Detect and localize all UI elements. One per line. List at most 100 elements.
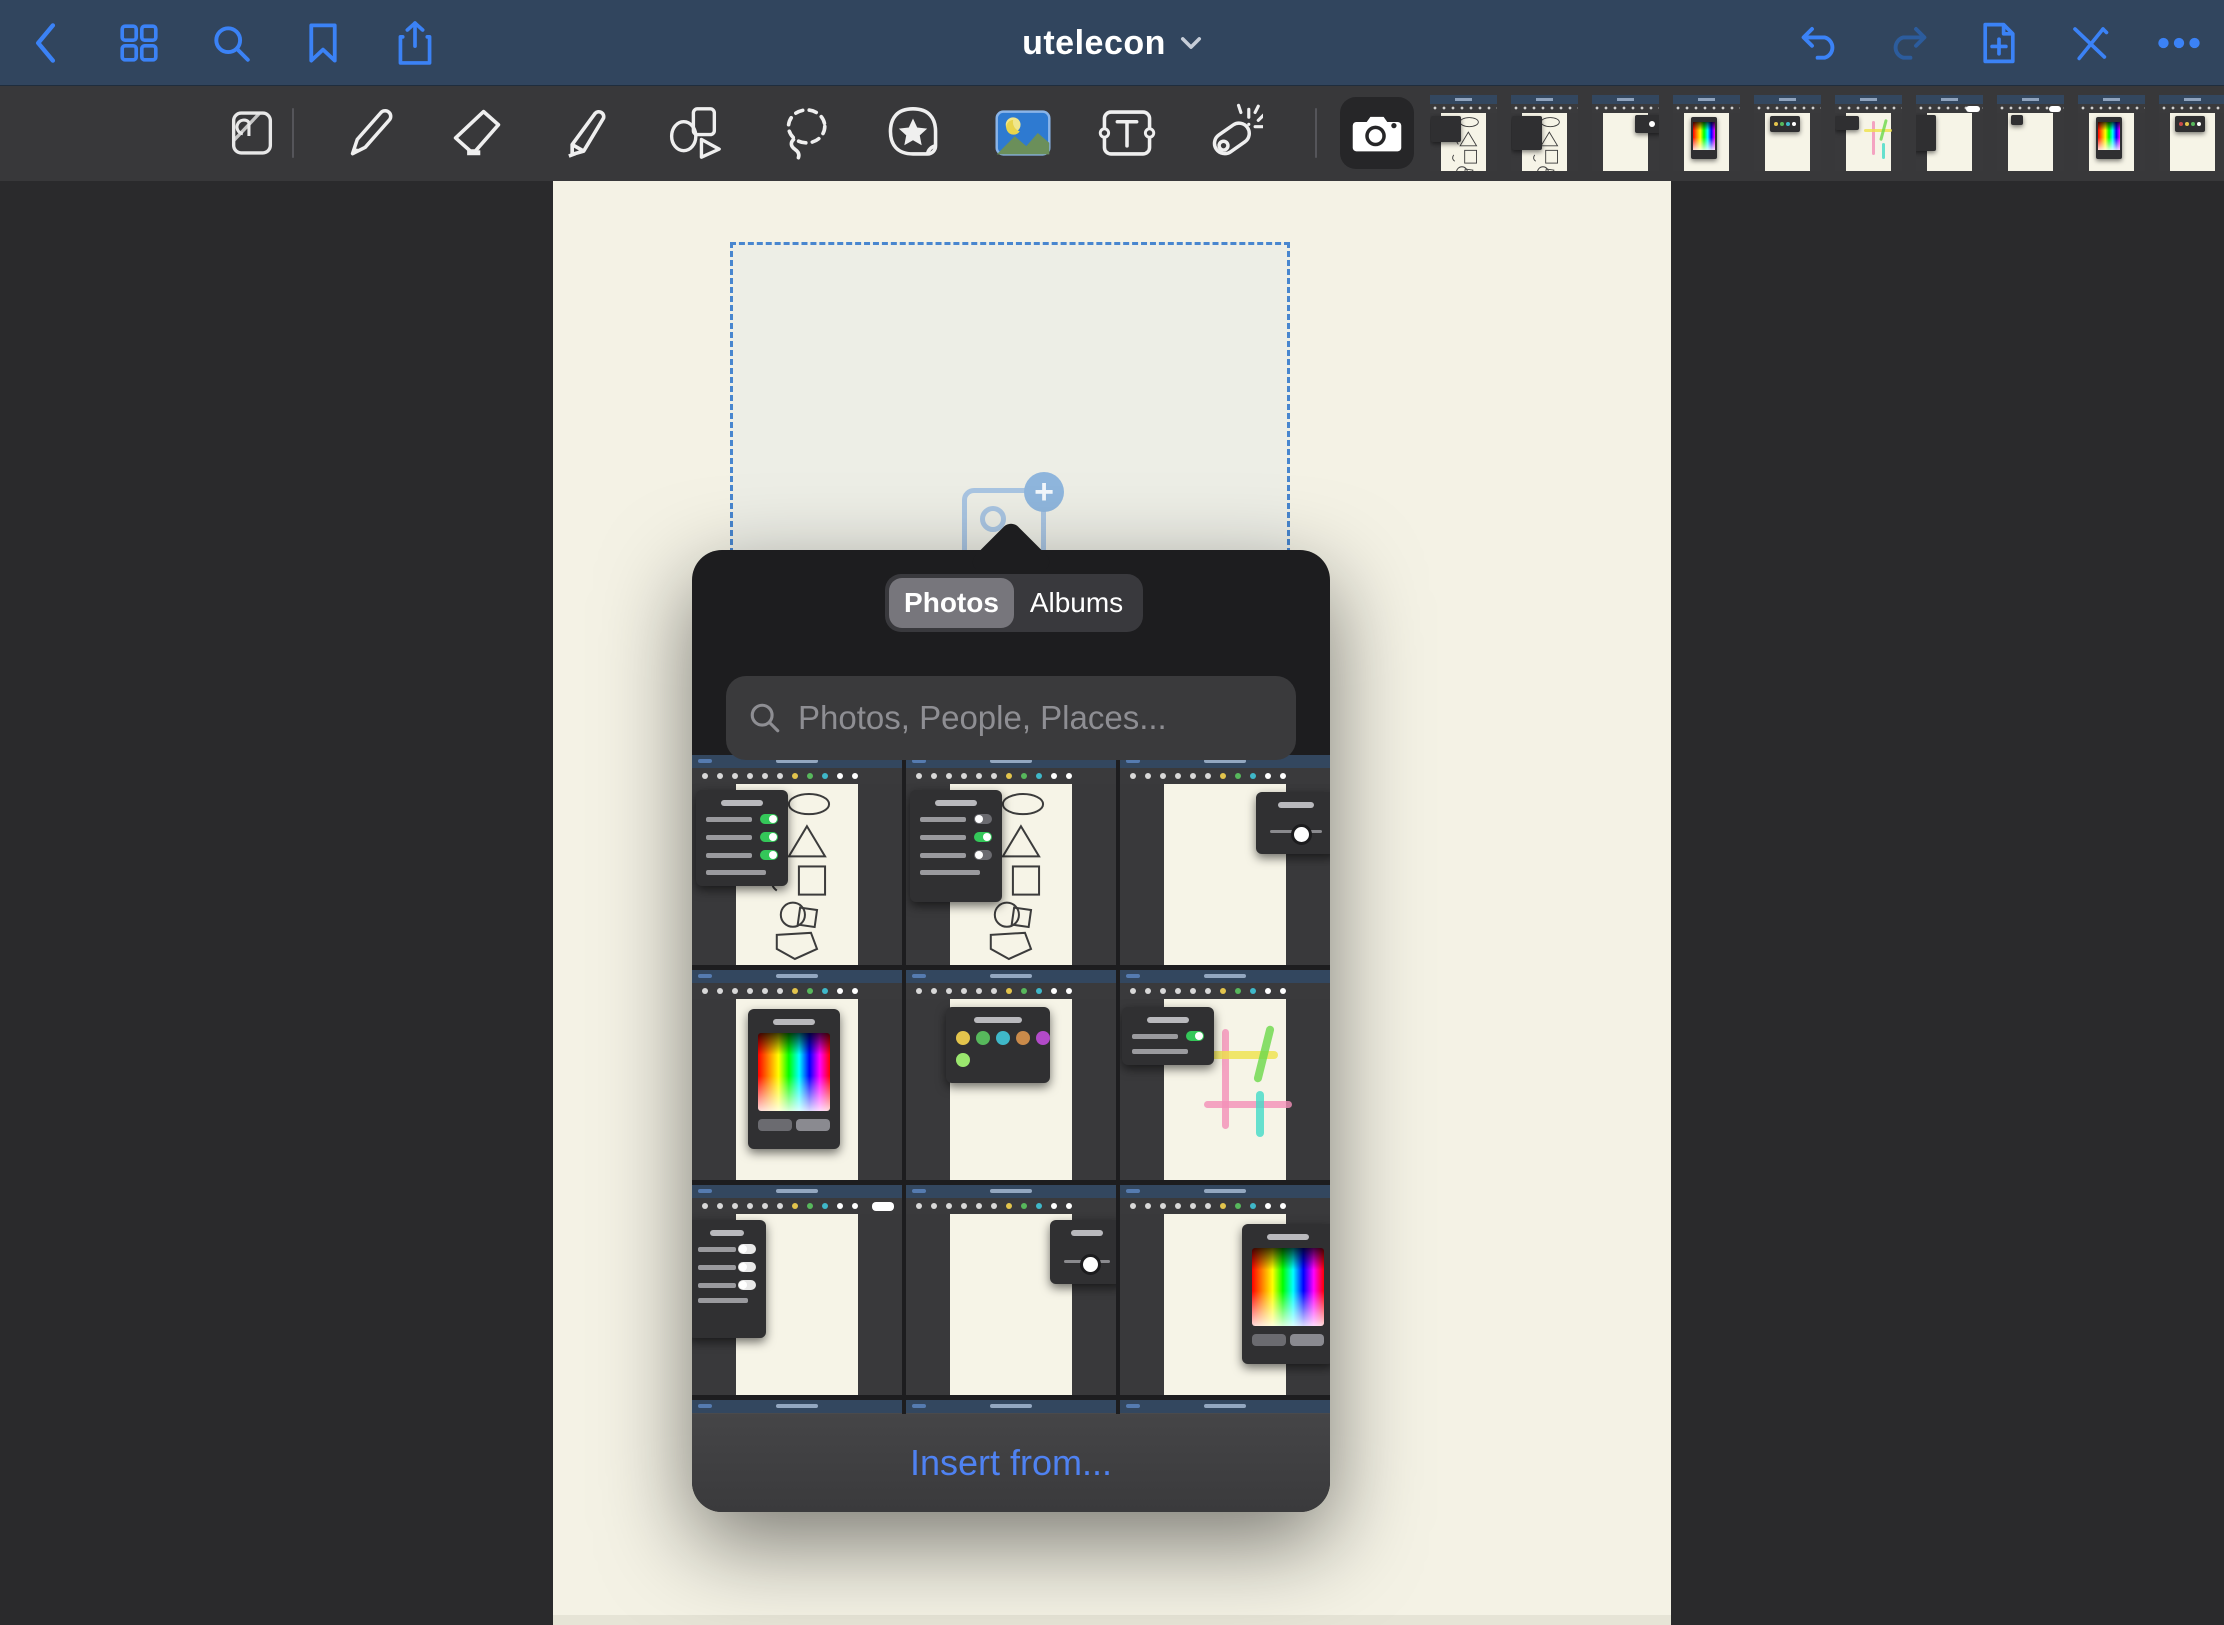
zoom-window-tool-icon[interactable] <box>222 103 282 163</box>
mini-toolbar <box>2078 104 2145 113</box>
photo-thumbnail[interactable] <box>906 1400 1116 1414</box>
elements-tool-icon[interactable] <box>883 103 943 163</box>
laser-pointer-tool-icon[interactable] <box>1203 103 1263 163</box>
toolbar-page-thumbnail[interactable] <box>2078 95 2145 171</box>
text-tool-icon[interactable] <box>1097 103 1157 163</box>
redo-icon[interactable] <box>1886 20 1932 66</box>
mini-tool-dot <box>961 1203 967 1209</box>
page-thumbnail-strip[interactable] <box>1430 95 2224 173</box>
mini-tool-dot <box>1130 1203 1136 1209</box>
mini-tool-dot <box>1175 1203 1181 1209</box>
mini-color-dot <box>2191 122 2195 126</box>
mini-tool-dot <box>931 988 937 994</box>
toolbar-page-thumbnail[interactable] <box>1511 95 1578 171</box>
mini-setting-row <box>920 814 992 824</box>
eraser-tool-icon[interactable] <box>447 103 507 163</box>
toolbar-page-thumbnail[interactable] <box>1835 95 1902 171</box>
camera-button[interactable] <box>1340 97 1414 169</box>
tab-albums[interactable]: Albums <box>1014 578 1139 628</box>
photo-thumbnail[interactable] <box>1120 1185 1330 1395</box>
mini-tool-dot <box>1051 773 1057 779</box>
mini-tool-dot <box>732 773 738 779</box>
mini-panel <box>2175 116 2205 132</box>
mini-knob <box>1649 121 1655 127</box>
photo-thumbnail[interactable] <box>906 970 1116 1180</box>
toolbar-separator <box>1315 108 1317 158</box>
lasso-tool-icon[interactable] <box>775 103 835 163</box>
mini-tool-dot <box>946 773 952 779</box>
mini-canvas <box>1673 113 1740 171</box>
toolbar-page-thumbnail[interactable] <box>1916 95 1983 171</box>
image-tool-icon[interactable] <box>993 103 1053 163</box>
mini-titlebar <box>906 1185 1116 1198</box>
more-icon[interactable] <box>2156 20 2202 66</box>
mini-tool-dot <box>1220 773 1226 779</box>
share-icon[interactable] <box>392 20 438 66</box>
mini-panel <box>1691 117 1717 159</box>
toolbar-page-thumbnail[interactable] <box>2159 95 2224 171</box>
mini-tool-dot <box>946 1203 952 1209</box>
mini-highlighter-stroke <box>1222 1029 1229 1129</box>
toolbar-page-thumbnail[interactable] <box>1997 95 2064 171</box>
photo-grid[interactable] <box>692 755 1330 1414</box>
photo-thumbnail[interactable] <box>692 970 902 1180</box>
mini-toggle <box>974 832 992 842</box>
mini-titlebar <box>2078 95 2145 104</box>
photo-thumbnail[interactable] <box>692 755 902 965</box>
tab-photos[interactable]: Photos <box>889 578 1014 628</box>
mini-selected-pill <box>872 1202 894 1211</box>
photo-thumbnail[interactable] <box>692 1185 902 1395</box>
mini-tool-dot <box>822 988 828 994</box>
pen-tool-icon[interactable] <box>340 103 400 163</box>
readonly-pen-icon[interactable] <box>2066 20 2112 66</box>
mini-tool-dot <box>792 773 798 779</box>
photo-search-field[interactable] <box>726 676 1296 760</box>
mini-setting-label <box>920 870 980 875</box>
photo-thumbnail[interactable] <box>692 1400 902 1414</box>
photo-thumbnail[interactable] <box>1120 1400 1330 1414</box>
highlighter-tool-icon[interactable] <box>557 103 617 163</box>
mini-color-dot <box>1016 1031 1030 1045</box>
mini-canvas <box>1592 113 1659 171</box>
mini-panel-title <box>935 800 977 806</box>
mini-tool-dot <box>916 1203 922 1209</box>
mini-tool-dot <box>1280 773 1286 779</box>
back-icon[interactable] <box>24 20 70 66</box>
thumbnails-grid-icon[interactable] <box>116 20 162 66</box>
undo-icon[interactable] <box>1796 20 1842 66</box>
page-title[interactable]: utelecon <box>1022 24 1166 63</box>
toolbar-page-thumbnail[interactable] <box>1673 95 1740 171</box>
mini-highlighter-stroke <box>1204 1101 1292 1108</box>
mini-setting-label <box>706 835 752 840</box>
mini-color-picker-panel <box>1242 1224 1330 1364</box>
mini-setting-label <box>698 1298 748 1303</box>
mini-panel <box>1770 116 1800 132</box>
mini-tool-dot <box>1220 1203 1226 1209</box>
mini-setting-row <box>920 850 992 860</box>
shapes-tool-icon[interactable] <box>665 103 725 163</box>
toolbar-page-thumbnail[interactable] <box>1430 95 1497 171</box>
search-icon[interactable] <box>208 20 254 66</box>
mini-settings-panel <box>910 790 1002 902</box>
mini-canvas <box>1120 784 1330 965</box>
mini-tool-dot <box>1235 1203 1241 1209</box>
toolbar-page-thumbnail[interactable] <box>1592 95 1659 171</box>
toolbar-page-thumbnail[interactable] <box>1754 95 1821 171</box>
mini-color-dot <box>1774 122 1778 126</box>
mini-tool-dot <box>916 988 922 994</box>
mini-tool-dot <box>1190 773 1196 779</box>
bookmark-icon[interactable] <box>300 20 346 66</box>
mini-canvas <box>692 999 902 1180</box>
mini-tool-dot <box>792 988 798 994</box>
add-page-icon[interactable] <box>1976 20 2022 66</box>
photo-thumbnail[interactable] <box>906 1185 1116 1395</box>
photo-thumbnail[interactable] <box>1120 970 1330 1180</box>
photo-thumbnail[interactable] <box>906 755 1116 965</box>
mini-toggle <box>738 1244 756 1254</box>
mini-tool-dot <box>961 773 967 779</box>
photo-search-input[interactable] <box>798 699 1274 737</box>
mini-titlebar <box>1997 95 2064 104</box>
mini-toggle <box>760 832 778 842</box>
insert-from-button[interactable]: Insert from... <box>692 1414 1330 1512</box>
photo-thumbnail[interactable] <box>1120 755 1330 965</box>
